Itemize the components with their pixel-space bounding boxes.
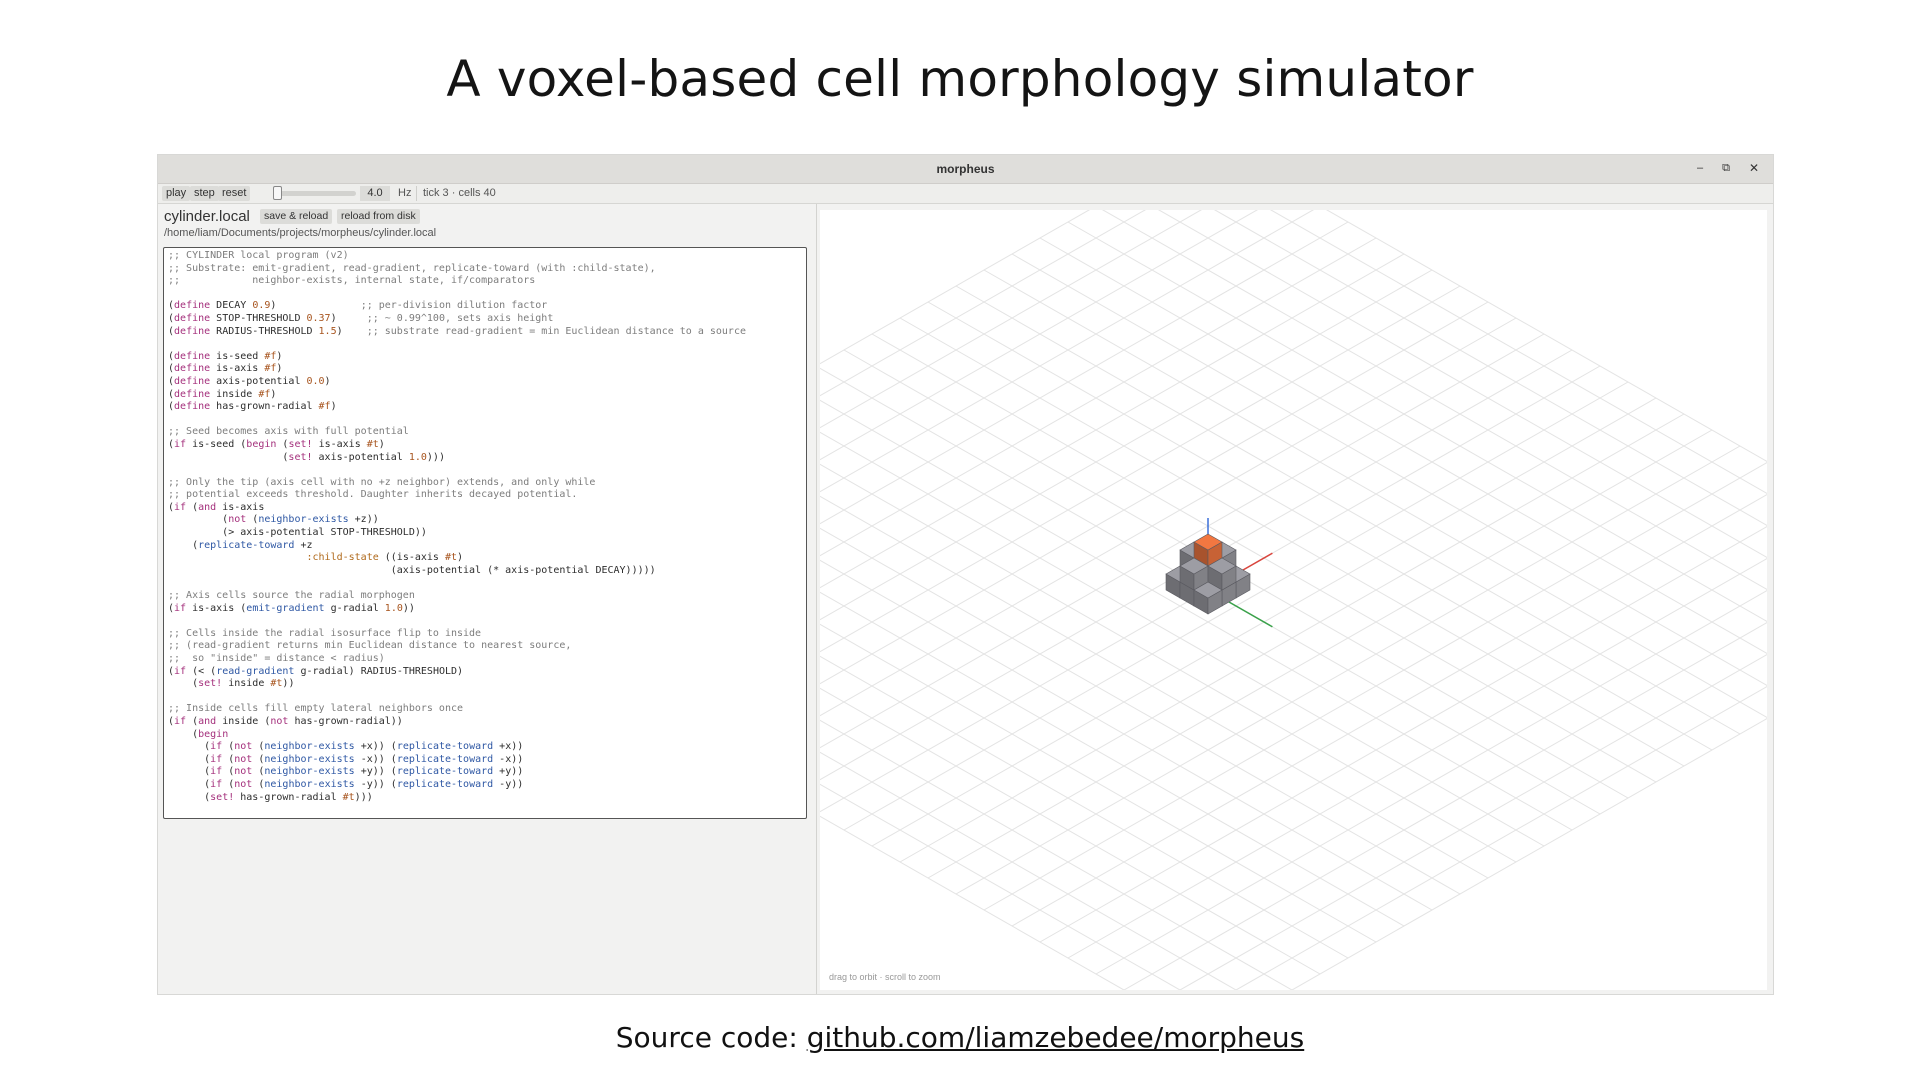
minimize-icon[interactable]: – xyxy=(1691,159,1709,177)
grid-line xyxy=(1039,237,1825,687)
source-link[interactable]: github.com/liamzebedee/morpheus xyxy=(807,1021,1305,1054)
rate-slider-handle[interactable] xyxy=(273,186,282,200)
tick-status: tick 3 · cells 40 xyxy=(423,187,496,199)
viewport-hint: drag to orbit · scroll to zoom xyxy=(829,972,941,982)
file-name: cylinder.local xyxy=(164,208,250,225)
code-text: ;; CYLINDER local program (v2) ;; Substr… xyxy=(168,250,746,803)
grid-line xyxy=(591,493,1377,943)
grid-line xyxy=(1179,157,1920,582)
ground-grid xyxy=(423,141,1920,1039)
grid-line xyxy=(731,317,1517,767)
play-button[interactable]: play xyxy=(162,186,191,201)
grid-line xyxy=(675,445,1461,895)
grid-line xyxy=(507,541,1293,991)
title-bar: morpheus – ⧉ ✕ xyxy=(158,155,1773,184)
close-icon[interactable]: ✕ xyxy=(1745,159,1763,177)
save-reload-button[interactable]: save & reload xyxy=(260,209,333,224)
rate-input[interactable]: 4.0 xyxy=(360,186,390,201)
voxel-scene[interactable] xyxy=(423,141,1920,1039)
grid-line xyxy=(1011,253,1797,703)
editor-pane: cylinder.local save & reload reload from… xyxy=(158,204,817,994)
slide-title: A voxel-based cell morphology simulator xyxy=(446,50,1474,108)
grid-line xyxy=(1151,566,1920,1007)
reload-from-disk-button[interactable]: reload from disk xyxy=(337,209,420,224)
grid-line xyxy=(1207,630,1920,1039)
toolbar: play step reset 4.0 Hz tick 3 · cells 40 xyxy=(158,184,1773,204)
reset-button[interactable]: reset xyxy=(218,186,251,201)
rate-slider[interactable] xyxy=(276,191,356,196)
grid-line xyxy=(647,461,1433,911)
code-editor[interactable]: ;; CYLINDER local program (v2) ;; Substr… xyxy=(163,247,807,819)
grid-line xyxy=(1039,493,1825,943)
grid-line xyxy=(703,429,1489,879)
grid-line xyxy=(423,141,1209,591)
grid-line xyxy=(1067,221,1853,671)
3d-viewport[interactable]: drag to orbit · scroll to zoom xyxy=(423,141,1920,1039)
grid-line xyxy=(591,237,1377,687)
grid-line xyxy=(731,413,1517,863)
window-title: morpheus xyxy=(936,162,995,176)
grid-line xyxy=(619,477,1405,927)
grid-line xyxy=(1207,141,1920,550)
source-line: Source code: github.com/liamzebedee/morp… xyxy=(0,1021,1920,1054)
grid-line xyxy=(1123,541,1909,991)
grid-line xyxy=(1179,598,1920,1023)
toolbar-divider xyxy=(416,186,417,201)
maximize-icon[interactable]: ⧉ xyxy=(1717,159,1735,177)
voxel-cluster xyxy=(1165,533,1251,615)
step-button[interactable]: step xyxy=(190,186,219,201)
grid-line xyxy=(675,285,1461,735)
source-prefix: Source code: xyxy=(615,1021,807,1054)
file-path: /home/liam/Documents/projects/morpheus/c… xyxy=(164,227,437,239)
grid-line xyxy=(619,253,1405,703)
grid-line xyxy=(703,301,1489,751)
grid-line xyxy=(647,269,1433,719)
app-window: morpheus – ⧉ ✕ play step reset 4.0 Hz ti… xyxy=(157,141,1920,1039)
rate-unit: Hz xyxy=(398,187,412,199)
grid-line xyxy=(451,573,1237,1023)
grid-line xyxy=(451,157,1237,607)
grid-line xyxy=(1151,173,1920,614)
grid-line xyxy=(1011,477,1797,927)
